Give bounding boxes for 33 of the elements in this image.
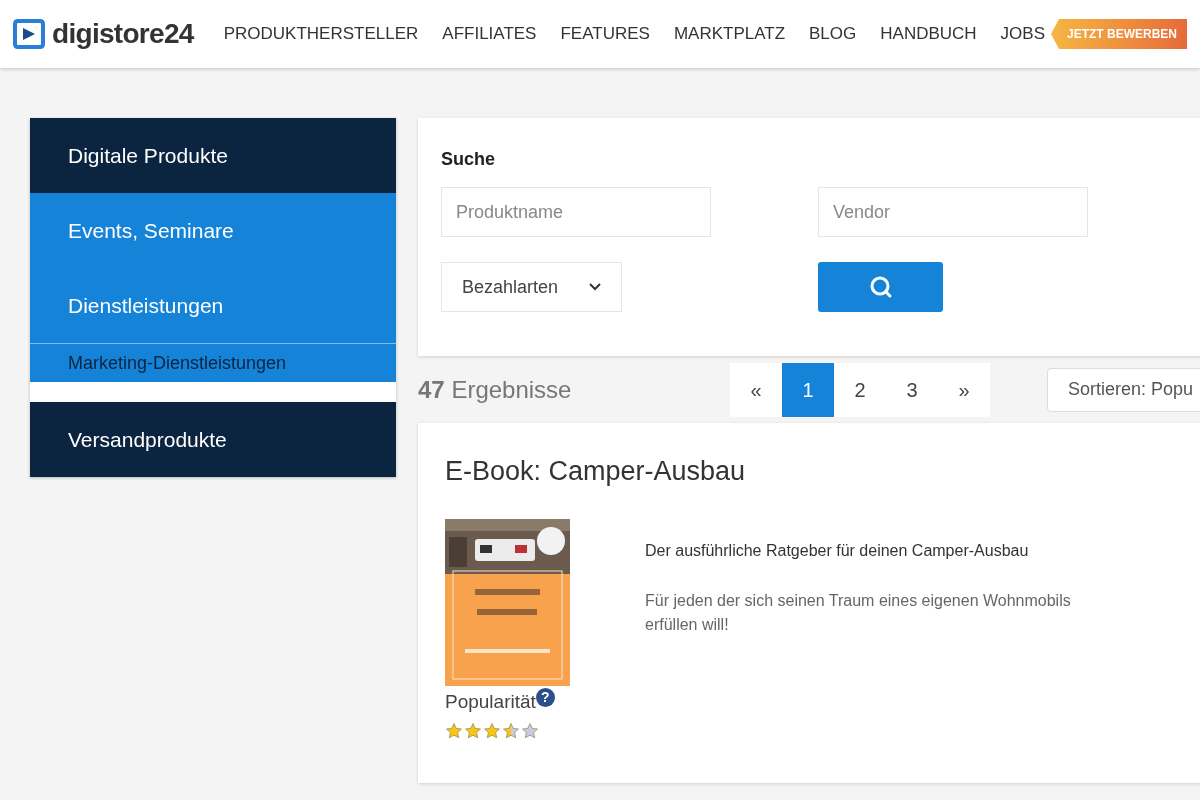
nav-link[interactable]: PRODUKTHERSTELLER xyxy=(223,21,419,47)
nav-link[interactable]: BLOG xyxy=(809,21,857,47)
search-icon xyxy=(868,275,893,299)
sidebar-item[interactable]: Digitale Produkte xyxy=(30,118,396,193)
results-count: 47 Ergebnisse xyxy=(418,374,573,405)
page-button[interactable]: » xyxy=(938,362,990,417)
nav-link[interactable]: FEATURES xyxy=(560,21,650,47)
logo-icon xyxy=(12,17,46,51)
sidebar-item[interactable]: Events, Seminare xyxy=(30,193,396,268)
sidebar-item[interactable]: Dienstleistungen xyxy=(30,268,396,343)
popularity-label: Popularität xyxy=(445,689,536,714)
help-icon[interactable]: ? xyxy=(535,687,555,707)
vendor-field[interactable]: Vendor xyxy=(818,187,1088,237)
page-button[interactable]: « xyxy=(730,362,782,417)
nav-link[interactable]: HANDBUCH xyxy=(880,21,977,47)
product-name-field[interactable]: Produktname xyxy=(441,187,711,237)
nav-link[interactable]: JOBS xyxy=(1000,21,1045,47)
sidebar-subitem[interactable]: Marketing-Dienstleistungen xyxy=(30,343,396,382)
logo-text: digistore24 xyxy=(52,17,194,51)
sort-select[interactable]: Sortieren: Popu xyxy=(1047,367,1200,412)
search-title: Suche xyxy=(441,148,497,171)
page-button[interactable]: 1 xyxy=(782,362,834,417)
product-description: Für jeden der sich seinen Traum eines eigenen Wohnmobils erfüllen will! xyxy=(645,590,1072,635)
sidebar-item[interactable]: Versandprodukte xyxy=(30,402,396,477)
search-button[interactable] xyxy=(818,262,943,312)
payment-select[interactable]: Bezahlarten xyxy=(441,262,622,312)
product-headline: Der ausführliche Ratgeber für deinen Camper-Ausbau xyxy=(645,540,1030,561)
page-button[interactable]: 2 xyxy=(834,362,886,417)
nav-link[interactable]: AFFILIATES xyxy=(442,21,537,47)
chevron-icon xyxy=(589,283,601,291)
nav-link[interactable]: MARKTPLATZ xyxy=(673,21,785,47)
page-button[interactable]: 3 xyxy=(886,362,938,417)
product-title[interactable]: E-Book: Camper-Ausbau xyxy=(445,451,1191,492)
